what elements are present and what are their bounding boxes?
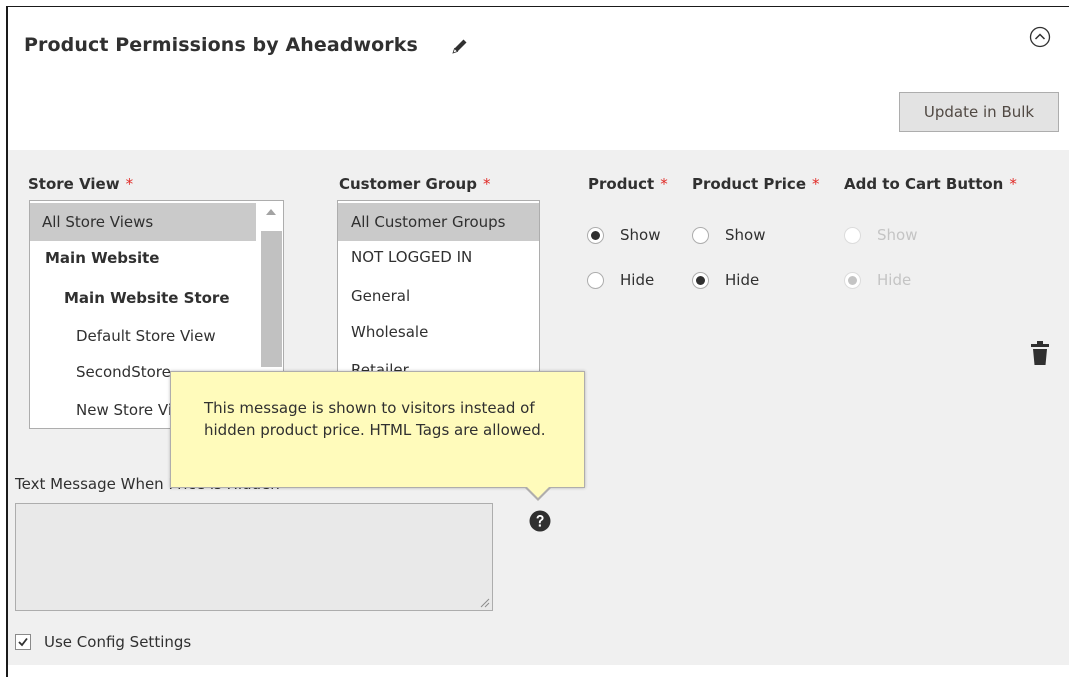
section-title: Product Permissions by Aheadworks — [24, 34, 418, 56]
customer-group-label: Customer Group * — [339, 175, 490, 193]
product-hide-label[interactable]: Hide — [620, 271, 654, 289]
store-view-option[interactable]: Default Store View — [30, 317, 256, 355]
product-show-radio[interactable] — [587, 227, 604, 244]
required-mark: * — [1009, 175, 1017, 193]
product-label-text: Product — [588, 175, 655, 193]
add-to-cart-label-text: Add to Cart Button — [844, 175, 1004, 193]
required-mark: * — [125, 175, 134, 193]
use-config-checkbox[interactable] — [15, 634, 31, 650]
checkmark-icon — [18, 637, 28, 647]
store-view-option[interactable]: All Store Views — [30, 203, 256, 241]
cart-hide-label: Hide — [877, 271, 912, 289]
use-config-label[interactable]: Use Config Settings — [44, 633, 191, 651]
product-price-label-text: Product Price — [692, 175, 806, 193]
customer-group-multiselect[interactable]: All Customer Groups NOT LOGGED IN Genera… — [337, 200, 540, 380]
help-icon[interactable] — [529, 510, 551, 532]
scroll-up-arrow-icon[interactable] — [266, 209, 276, 215]
cart-show-label: Show — [877, 226, 918, 244]
tooltip-arrow — [526, 486, 550, 498]
update-in-bulk-button[interactable]: Update in Bulk — [899, 92, 1059, 132]
store-view-option[interactable]: Main Website — [30, 241, 256, 279]
customer-group-option[interactable]: NOT LOGGED IN — [338, 241, 539, 278]
product-show-label[interactable]: Show — [620, 226, 660, 244]
required-mark: * — [660, 175, 668, 193]
store-view-label: Store View * — [28, 175, 133, 193]
add-to-cart-label: Add to Cart Button * — [844, 175, 1017, 193]
customer-group-option[interactable]: Wholesale — [338, 315, 539, 352]
trash-icon[interactable] — [1030, 340, 1050, 366]
store-view-option[interactable]: Main Website Store — [30, 279, 256, 317]
required-mark: * — [812, 175, 820, 193]
pencil-icon[interactable] — [450, 36, 470, 56]
tooltip-text: This message is shown to visitors instea… — [204, 399, 546, 439]
required-mark: * — [482, 175, 491, 193]
price-show-radio[interactable] — [692, 227, 709, 244]
product-label: Product * — [588, 175, 668, 193]
collapse-circle-icon[interactable] — [1029, 26, 1051, 48]
frame-top-border — [6, 6, 1069, 7]
price-hide-label[interactable]: Hide — [725, 271, 759, 289]
product-price-label: Product Price * — [692, 175, 820, 193]
cart-show-radio[interactable] — [844, 227, 861, 244]
customer-group-label-text: Customer Group — [339, 175, 477, 193]
customer-group-option[interactable]: All Customer Groups — [338, 203, 539, 241]
scrollbar-thumb[interactable] — [261, 231, 282, 367]
customer-group-option[interactable]: General — [338, 278, 539, 315]
text-message-textarea[interactable] — [15, 503, 493, 611]
cart-hide-radio[interactable] — [844, 272, 861, 289]
product-hide-radio[interactable] — [587, 272, 604, 289]
price-show-label[interactable]: Show — [725, 226, 765, 244]
help-tooltip: This message is shown to visitors instea… — [170, 371, 585, 488]
price-hide-radio[interactable] — [692, 272, 709, 289]
store-view-label-text: Store View — [28, 175, 120, 193]
resize-grip-icon[interactable] — [480, 598, 490, 608]
